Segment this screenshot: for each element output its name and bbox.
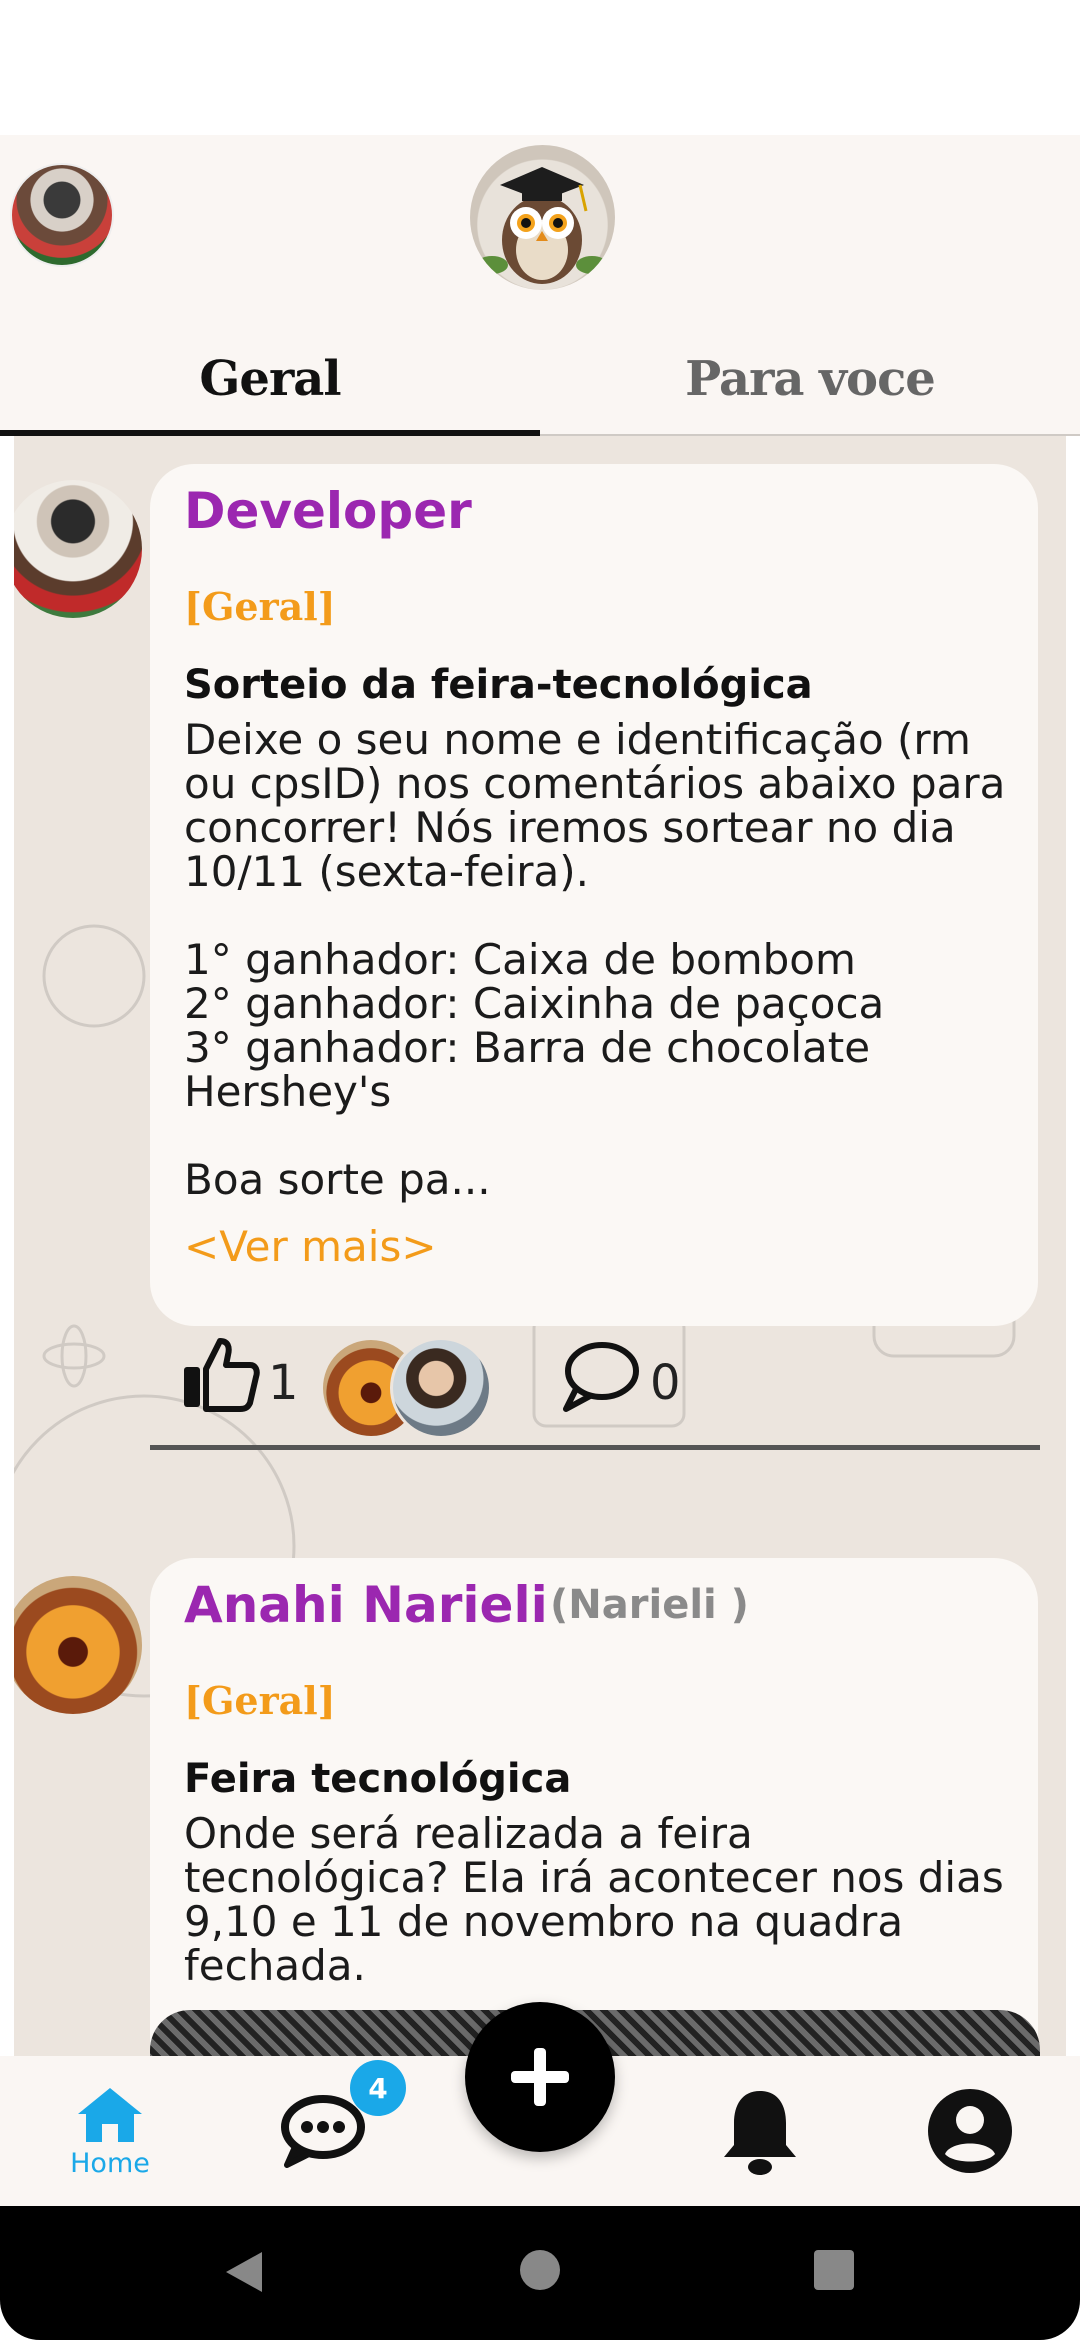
tab-para-voce[interactable]: Para voce <box>540 320 1080 438</box>
post-category: [Geral] <box>184 584 336 629</box>
liker-avatar <box>390 1337 492 1439</box>
add-post-button[interactable] <box>465 2002 615 2152</box>
comment-icon[interactable] <box>558 1333 642 1417</box>
home-system-icon[interactable] <box>518 2248 562 2292</box>
nav-home[interactable]: Home <box>40 2056 180 2206</box>
add-icon <box>511 2048 569 2106</box>
account-icon <box>928 2089 1012 2173</box>
post-author-nickname: (Narieli ) <box>550 1582 749 1628</box>
system-nav-bar <box>0 2206 1080 2340</box>
bell-icon <box>724 2091 796 2175</box>
see-more-link[interactable]: <Ver mais> <box>184 1222 437 1271</box>
nav-home-label: Home <box>70 2147 150 2179</box>
post-category: [Geral] <box>184 1678 336 1723</box>
status-bar <box>0 0 1080 135</box>
like-count: 1 <box>268 1355 299 1411</box>
owl-logo-icon <box>476 167 608 284</box>
post-title: Feira tecnológica <box>184 1756 572 1802</box>
feed[interactable]: Developer [Geral] Sorteio da feira-tecno… <box>14 436 1066 2056</box>
post-body: Deixe o seu nome e identificação (rm ou … <box>184 715 1006 1204</box>
post-body: Onde será realizada a feira tecnológica?… <box>184 1809 1004 1990</box>
post-author-name[interactable]: Anahi Narieli <box>184 1576 548 1634</box>
post-title: Sorteio da feira-tecnológica <box>184 662 813 708</box>
recents-icon[interactable] <box>812 2248 856 2292</box>
post-divider <box>150 1445 1040 1450</box>
like-icon[interactable] <box>180 1333 260 1413</box>
post-author-name[interactable]: Developer <box>184 482 472 540</box>
back-icon[interactable] <box>222 2248 266 2296</box>
feed-tabs: Geral Para voce <box>0 320 1080 438</box>
user-avatar[interactable] <box>10 163 114 267</box>
nav-notifications[interactable] <box>700 2056 820 2206</box>
home-icon <box>78 2087 142 2142</box>
tab-geral[interactable]: Geral <box>0 320 540 438</box>
app-logo <box>470 145 615 290</box>
post-actions: 1 0 <box>150 1325 1040 1439</box>
comment-count: 0 <box>650 1355 681 1411</box>
nav-profile[interactable] <box>910 2056 1030 2206</box>
chat-badge: 4 <box>350 2060 406 2116</box>
